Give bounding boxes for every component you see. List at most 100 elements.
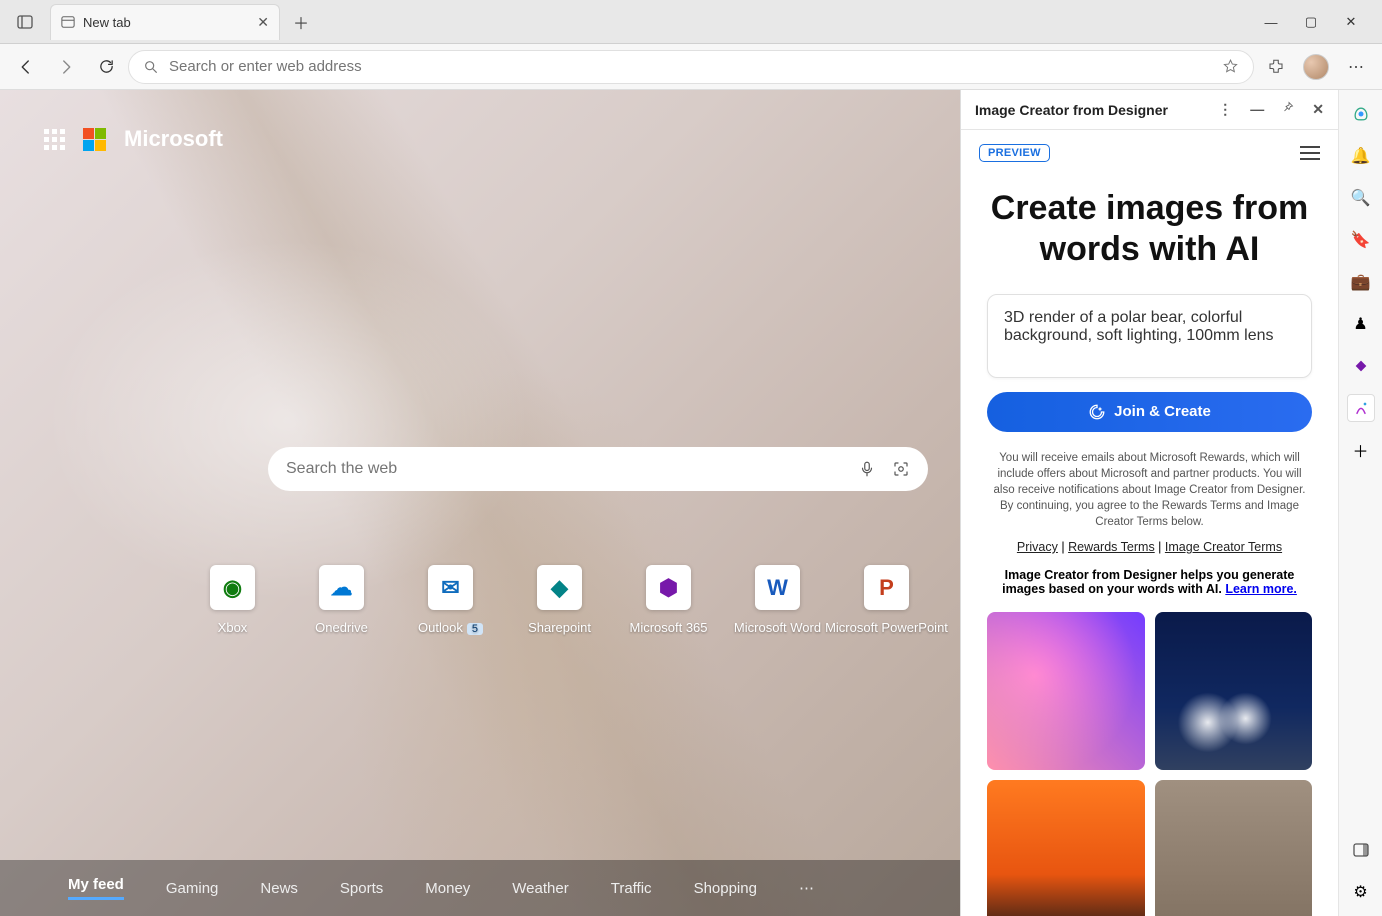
tile-icon: ✉ — [428, 565, 473, 610]
new-tab-page: Microsoft ◉ Xbox ☁ Onedrive ✉ Outlook5 ◆ Sh… — [0, 90, 960, 916]
feed-tab[interactable]: Gaming — [166, 880, 219, 897]
tools-icon[interactable]: 💼 — [1347, 268, 1375, 296]
rewards-terms-link[interactable]: Rewards Terms — [1068, 540, 1155, 554]
settings-icon[interactable]: ⚙ — [1347, 878, 1375, 906]
tile-label: Outlook5 — [418, 620, 483, 635]
panel-body: Create images from words with AI 3D rend… — [961, 170, 1338, 916]
voice-search-icon[interactable] — [858, 460, 876, 478]
window-minimize-button[interactable]: — — [1260, 15, 1282, 30]
feed-tab[interactable]: Shopping — [694, 880, 757, 897]
tile-icon: ☁ — [319, 565, 364, 610]
profile-button[interactable] — [1298, 49, 1334, 85]
feed-more-button[interactable]: ⋯ — [799, 879, 814, 897]
toolbar: ⋯ — [0, 44, 1382, 90]
panel-pin-button[interactable] — [1282, 101, 1294, 118]
copilot-icon[interactable] — [1347, 100, 1375, 128]
panel-toolbar: PREVIEW — [961, 130, 1338, 170]
tab-close-button[interactable]: ✕ — [257, 14, 269, 31]
search-icon[interactable]: 🔍 — [1347, 184, 1375, 212]
panel-header: Image Creator from Designer ⋮ — ✕ — [961, 90, 1338, 130]
brand-name: Microsoft — [124, 126, 223, 152]
shopping-icon[interactable]: 🔖 — [1347, 226, 1375, 254]
panel-close-button[interactable]: ✕ — [1312, 101, 1324, 118]
legal-links: Privacy | Rewards Terms | Image Creator … — [987, 540, 1312, 554]
quick-link-tile[interactable]: ⬢ Microsoft 365 — [646, 565, 691, 635]
tile-label: Onedrive — [315, 620, 368, 635]
image-creator-icon[interactable] — [1347, 394, 1375, 422]
tile-icon: W — [755, 565, 800, 610]
new-tab-button[interactable]: ＋ — [286, 7, 316, 37]
quick-link-tile[interactable]: ◉ Xbox — [210, 565, 255, 635]
feed-tab[interactable]: My feed — [68, 876, 124, 900]
office-icon[interactable] — [1347, 352, 1375, 380]
quick-links: ◉ Xbox ☁ Onedrive ✉ Outlook5 ◆ Sharepoint ⬢ … — [210, 565, 909, 635]
sidebar-rail: 🔔 🔍 🔖 💼 ♟ ＋ ⚙ — [1338, 90, 1382, 916]
prompt-input[interactable]: 3D render of a polar bear, colorful back… — [987, 294, 1312, 378]
window-controls: — ▢ ✕ — [1246, 0, 1376, 44]
address-bar[interactable] — [128, 50, 1254, 84]
feed-tab[interactable]: Weather — [512, 880, 568, 897]
address-input[interactable] — [169, 58, 1212, 75]
web-search-input[interactable] — [286, 460, 858, 478]
feed-tab[interactable]: News — [260, 880, 298, 897]
toggle-sidebar-button[interactable] — [1347, 836, 1375, 864]
browser-tab[interactable]: New tab ✕ — [50, 4, 280, 40]
tab-actions-button[interactable] — [8, 5, 42, 39]
preview-badge: PREVIEW — [979, 144, 1050, 162]
back-button[interactable] — [8, 49, 44, 85]
more-button[interactable]: ⋯ — [1338, 49, 1374, 85]
join-create-label: Join & Create — [1114, 403, 1211, 420]
example-image[interactable] — [987, 612, 1145, 770]
microsoft-logo — [83, 128, 106, 151]
quick-link-tile[interactable]: ☁ Onedrive — [319, 565, 364, 635]
web-search-box[interactable] — [268, 447, 928, 491]
panel-more-button[interactable]: ⋮ — [1218, 101, 1232, 118]
tile-label: Microsoft PowerPoint — [825, 620, 948, 635]
forward-button[interactable] — [48, 49, 84, 85]
page-header: Microsoft — [44, 126, 223, 152]
extensions-button[interactable] — [1258, 49, 1294, 85]
search-icon — [143, 59, 159, 75]
fineprint: You will receive emails about Microsoft … — [987, 450, 1312, 530]
quick-link-tile[interactable]: ◆ Sharepoint — [537, 565, 582, 635]
example-image[interactable] — [987, 780, 1145, 916]
example-gallery — [987, 612, 1312, 916]
tile-icon: P — [864, 565, 909, 610]
feed-tab[interactable]: Sports — [340, 880, 383, 897]
privacy-link[interactable]: Privacy — [1017, 540, 1058, 554]
tile-label: Microsoft 365 — [629, 620, 707, 635]
window-close-button[interactable]: ✕ — [1340, 14, 1362, 30]
tile-label: Sharepoint — [528, 620, 591, 635]
tile-icon: ◆ — [537, 565, 582, 610]
learn-more-link[interactable]: Learn more. — [1225, 582, 1297, 596]
refresh-button[interactable] — [88, 49, 124, 85]
page-icon — [61, 15, 75, 29]
tile-icon: ⬢ — [646, 565, 691, 610]
feed-tab[interactable]: Traffic — [611, 880, 652, 897]
visual-search-icon[interactable] — [892, 460, 910, 478]
create-icon — [1088, 403, 1106, 421]
panel-heading: Create images from words with AI — [987, 188, 1312, 270]
quick-link-tile[interactable]: W Microsoft Word — [755, 565, 800, 635]
feed-nav: My feed Gaming News Sports Money Weather Traff… — [0, 860, 960, 916]
titlebar: New tab ✕ ＋ — ▢ ✕ — [0, 0, 1382, 44]
panel-title: Image Creator from Designer — [975, 102, 1168, 118]
feed-tab[interactable]: Money — [425, 880, 470, 897]
creator-terms-link[interactable]: Image Creator Terms — [1165, 540, 1282, 554]
app-launcher-button[interactable] — [44, 129, 65, 150]
favorite-icon[interactable] — [1222, 58, 1239, 75]
example-image[interactable] — [1155, 780, 1313, 916]
quick-link-tile[interactable]: P Microsoft PowerPoint — [864, 565, 909, 635]
helper-text: Image Creator from Designer helps you ge… — [987, 568, 1312, 596]
join-create-button[interactable]: Join & Create — [987, 392, 1312, 432]
notifications-icon[interactable]: 🔔 — [1347, 142, 1375, 170]
panel-menu-button[interactable] — [1300, 146, 1320, 160]
image-creator-panel: Image Creator from Designer ⋮ — ✕ PREVIE… — [960, 90, 1338, 916]
example-image[interactable] — [1155, 612, 1313, 770]
add-sidebar-button[interactable]: ＋ — [1347, 436, 1375, 464]
window-maximize-button[interactable]: ▢ — [1300, 14, 1322, 30]
tile-label: Microsoft Word — [734, 620, 821, 635]
quick-link-tile[interactable]: ✉ Outlook5 — [428, 565, 473, 635]
games-icon[interactable]: ♟ — [1347, 310, 1375, 338]
panel-minimize-button[interactable]: — — [1250, 101, 1264, 118]
